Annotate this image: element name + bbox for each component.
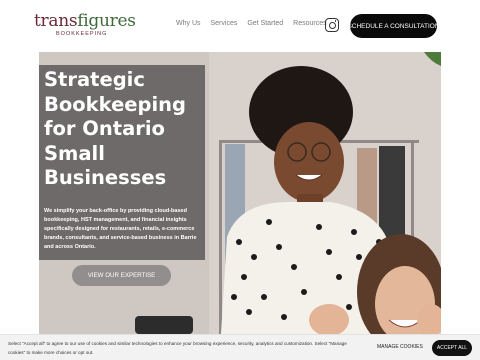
schedule-consultation-button[interactable]: SCHEDULE A CONSULTATION (347, 14, 440, 38)
accept-all-button[interactable]: ACCEPT ALL (432, 340, 472, 356)
brand-logo[interactable]: transfigures BOOKKEEPING (34, 11, 136, 37)
logo-wordmark: transfigures (34, 11, 136, 31)
nav-link-why-us[interactable]: Why Us (176, 20, 201, 27)
nav-link-get-started[interactable]: Get Started (247, 20, 283, 27)
nav-link-resources[interactable]: Resources (293, 20, 326, 27)
page: transfigures BOOKKEEPING Why Us Services… (0, 0, 480, 360)
logo-wordmark-part1: trans (34, 11, 78, 31)
instagram-icon[interactable] (325, 18, 339, 32)
logo-tagline: BOOKKEEPING (56, 31, 108, 37)
logo-wordmark-part2: figures (77, 11, 136, 31)
view-expertise-button[interactable]: VIEW OUR EXPERTISE (72, 265, 171, 286)
manage-cookies-button[interactable]: MANAGE COOKIES (377, 344, 423, 350)
cookie-message: Select "Accept all" to agree to our use … (8, 341, 347, 355)
hero-description: We simplify your back-office by providin… (44, 208, 197, 250)
cookie-banner: Select "Accept all" to agree to our use … (0, 334, 480, 360)
hero-section: Strategic Bookkeeping for Ontario Small … (39, 52, 441, 334)
nav-link-services[interactable]: Services (211, 20, 238, 27)
hero-title: Strategic Bookkeeping for Ontario Small … (44, 68, 187, 189)
site-header: transfigures BOOKKEEPING Why Us Services… (0, 0, 480, 50)
main-nav: Why Us Services Get Started Resources (176, 20, 327, 27)
